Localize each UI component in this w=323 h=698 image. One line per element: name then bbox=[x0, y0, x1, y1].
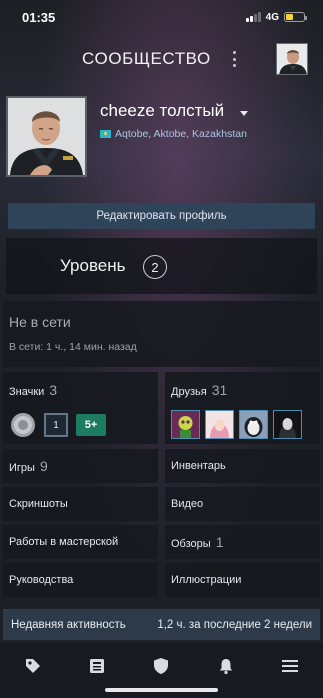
level-one-badge-icon[interactable]: 1 bbox=[44, 413, 68, 437]
level-badge: 2 bbox=[143, 255, 167, 279]
store-tag-icon[interactable] bbox=[22, 655, 44, 677]
friend-avatar[interactable] bbox=[273, 410, 302, 439]
screenshots-section[interactable]: Скриншоты bbox=[3, 487, 158, 521]
profile-name[interactable]: cheeze толстый bbox=[100, 101, 224, 121]
friend-avatar-list bbox=[171, 410, 302, 439]
games-section[interactable]: Игры 9 bbox=[3, 449, 158, 483]
top-bar: СООБЩЕСТВО bbox=[0, 42, 323, 76]
status-bar: 01:35 4G bbox=[0, 0, 323, 34]
kazakhstan-flag-icon bbox=[100, 130, 111, 138]
recent-activity-label: Недавняя активность bbox=[11, 618, 126, 631]
profile-screen: 01:35 4G СООБЩЕСТВО cheeze толстый Aqtob… bbox=[0, 0, 323, 698]
badges-count: 3 bbox=[49, 382, 58, 398]
level-label: Уровень bbox=[60, 256, 126, 275]
friends-section[interactable]: Друзья 31 bbox=[165, 372, 320, 444]
friend-avatar[interactable] bbox=[205, 410, 234, 439]
inventory-section[interactable]: Инвентарь bbox=[165, 449, 320, 483]
recent-activity-bar[interactable]: Недавняя активность 1,2 ч. за последние … bbox=[3, 609, 320, 640]
profile-location: Aqtobe, Aktobe, Kazakhstan bbox=[100, 128, 247, 140]
friends-label: Друзья bbox=[171, 386, 207, 398]
signal-icon bbox=[246, 12, 261, 22]
status-time: 01:35 bbox=[22, 9, 56, 25]
guides-label: Руководства bbox=[9, 574, 74, 586]
battery-icon bbox=[284, 12, 307, 22]
badges-label: Значки bbox=[9, 386, 45, 398]
videos-label: Видео bbox=[171, 498, 204, 510]
online-status-panel: Не в сети В сети: 1 ч., 14 мин. назад bbox=[3, 301, 320, 367]
user-avatar-small[interactable] bbox=[276, 43, 308, 75]
library-icon[interactable] bbox=[86, 655, 108, 677]
recent-activity-value: 1,2 ч. за последние 2 недели bbox=[157, 618, 312, 631]
location-text: Aqtobe, Aktobe, Kazakhstan bbox=[115, 128, 247, 140]
games-count: 9 bbox=[39, 458, 48, 474]
community-shield-icon[interactable] bbox=[150, 655, 172, 677]
level-one-badge-text: 1 bbox=[53, 419, 59, 431]
workshop-label: Работы в мастерской bbox=[9, 536, 119, 548]
chevron-down-icon[interactable] bbox=[240, 111, 248, 116]
artwork-label: Иллюстрации bbox=[171, 574, 242, 586]
menu-icon[interactable] bbox=[279, 655, 301, 677]
videos-section[interactable]: Видео bbox=[165, 487, 320, 521]
years-service-badge-text: 5+ bbox=[84, 419, 98, 431]
games-label: Игры bbox=[9, 462, 35, 474]
guides-section[interactable]: Руководства bbox=[3, 563, 158, 597]
network-type: 4G bbox=[265, 11, 279, 23]
badges-section[interactable]: Значки 3 1 5+ bbox=[3, 372, 158, 444]
reviews-label: Обзоры bbox=[171, 538, 211, 550]
screenshots-label: Скриншоты bbox=[9, 498, 68, 510]
edit-profile-button[interactable]: Редактировать профиль bbox=[8, 203, 315, 229]
online-state: Не в сети bbox=[9, 314, 71, 330]
inventory-label: Инвентарь bbox=[171, 460, 226, 472]
workshop-section[interactable]: Работы в мастерской bbox=[3, 525, 158, 559]
profile-avatar[interactable] bbox=[6, 96, 87, 177]
badge-list: 1 5+ bbox=[10, 412, 106, 438]
last-online-text: В сети: 1 ч., 14 мин. назад bbox=[9, 341, 137, 353]
status-indicators: 4G bbox=[246, 11, 307, 23]
coin-badge-icon[interactable] bbox=[10, 412, 36, 438]
friend-avatar[interactable] bbox=[239, 410, 268, 439]
friends-count: 31 bbox=[211, 382, 228, 398]
battery-level bbox=[286, 14, 293, 20]
notifications-bell-icon[interactable] bbox=[215, 655, 237, 677]
home-indicator[interactable] bbox=[105, 688, 218, 692]
artwork-section[interactable]: Иллюстрации bbox=[165, 563, 320, 597]
level-panel[interactable]: Уровень 2 bbox=[6, 238, 317, 294]
more-options-icon[interactable] bbox=[231, 51, 237, 67]
friend-avatar[interactable] bbox=[171, 410, 200, 439]
reviews-count: 1 bbox=[215, 534, 224, 550]
reviews-section[interactable]: Обзоры 1 bbox=[165, 525, 320, 559]
page-title: СООБЩЕСТВО bbox=[82, 49, 211, 68]
years-service-badge-icon[interactable]: 5+ bbox=[76, 414, 106, 436]
